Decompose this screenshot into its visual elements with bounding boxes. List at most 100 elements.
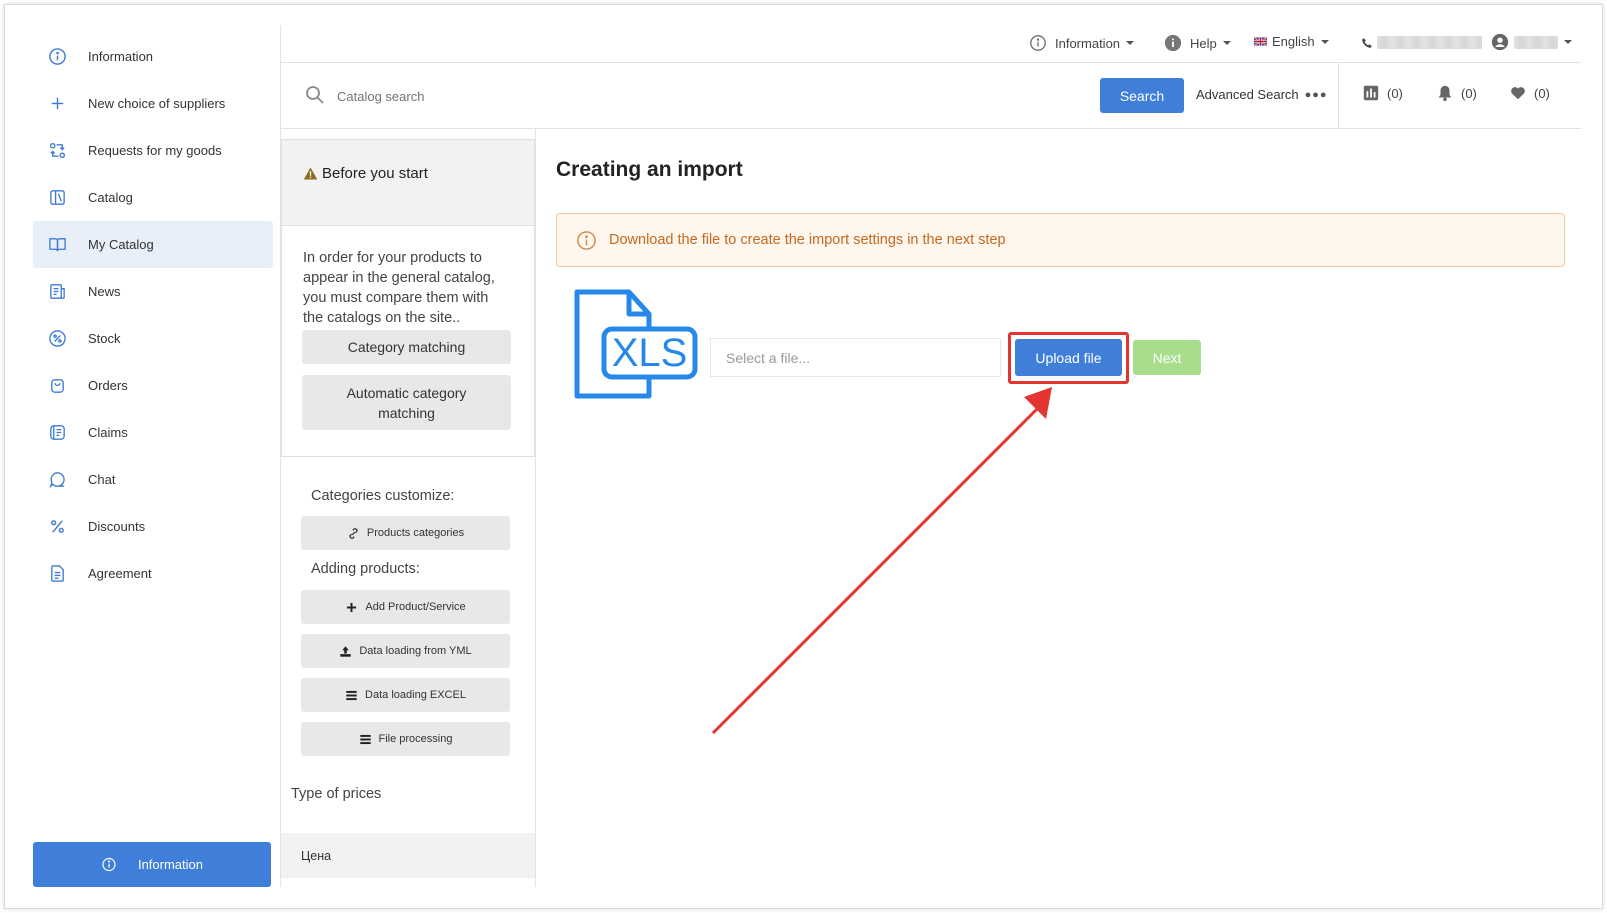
language-menu-label: English bbox=[1272, 34, 1315, 49]
username-redacted bbox=[1514, 35, 1558, 49]
page-title: Creating an import bbox=[556, 158, 743, 181]
info-circle-icon bbox=[47, 47, 67, 67]
categories-customize-label: Categories customize: bbox=[311, 488, 455, 504]
sidebar-item-chat[interactable]: Chat bbox=[33, 456, 273, 503]
sidebar: Information New choice of suppliers Requ… bbox=[33, 33, 273, 597]
favorites-counter[interactable]: (0) bbox=[1509, 84, 1550, 102]
phone-menu[interactable] bbox=[1361, 36, 1482, 49]
sidebar-item-catalog[interactable]: Catalog bbox=[33, 174, 273, 221]
next-button[interactable]: Next bbox=[1133, 340, 1201, 375]
chevron-down-icon bbox=[1222, 41, 1231, 45]
info-circle-icon bbox=[1030, 35, 1046, 51]
add-product-button[interactable]: Add Product/Service bbox=[301, 590, 510, 624]
data-loading-yml-button[interactable]: Data loading from YML bbox=[301, 634, 510, 668]
list-icon bbox=[346, 690, 357, 700]
sidebar-item-claims[interactable]: Claims bbox=[33, 409, 273, 456]
file-processing-label: File processing bbox=[378, 733, 453, 745]
catalog-instructions: In order for your products to appear in … bbox=[303, 250, 495, 326]
price-type-row[interactable]: Цена bbox=[281, 833, 535, 878]
more-dots-icon: ●●● bbox=[1304, 88, 1328, 101]
info-circle-icon bbox=[577, 230, 596, 250]
data-loading-excel-button[interactable]: Data loading EXCEL bbox=[301, 678, 510, 712]
plus-icon bbox=[47, 94, 67, 114]
information-button[interactable]: Information bbox=[33, 842, 271, 887]
sidebar-item-label: Catalog bbox=[88, 190, 133, 205]
favorites-count: (0) bbox=[1534, 85, 1550, 101]
compare-chart-icon bbox=[1363, 85, 1379, 101]
sidebar-item-label: Claims bbox=[88, 425, 128, 440]
search-divider bbox=[1338, 63, 1339, 128]
notifications-counter[interactable]: (0) bbox=[1436, 84, 1477, 102]
before-you-start-label: Before you start bbox=[322, 165, 428, 182]
warning-icon bbox=[303, 167, 318, 180]
search-button[interactable]: Search bbox=[1100, 78, 1184, 113]
sidebar-item-agreement[interactable]: Agreement bbox=[33, 550, 273, 597]
info-circle-icon bbox=[101, 855, 117, 875]
user-menu[interactable] bbox=[1491, 33, 1572, 51]
search-input[interactable] bbox=[337, 81, 1037, 111]
news-icon bbox=[47, 282, 67, 302]
document-icon bbox=[47, 564, 67, 584]
sidebar-item-requests[interactable]: Requests for my goods bbox=[33, 127, 273, 174]
sidebar-item-label: Information bbox=[88, 49, 154, 64]
language-menu[interactable]: English bbox=[1254, 34, 1329, 49]
list-icon bbox=[359, 734, 371, 744]
sidebar-item-orders[interactable]: Orders bbox=[33, 362, 273, 409]
panel-divider bbox=[535, 129, 536, 887]
advanced-search-link[interactable]: Advanced Search ●●● bbox=[1196, 87, 1328, 102]
percent-circle-icon bbox=[47, 329, 67, 349]
sidebar-item-label: My Catalog bbox=[88, 237, 154, 252]
heart-icon bbox=[1511, 87, 1525, 100]
advanced-search-label: Advanced Search bbox=[1196, 87, 1299, 102]
sidebar-item-label: News bbox=[88, 284, 121, 299]
chevron-down-icon bbox=[1126, 41, 1135, 45]
xls-file-icon: XLS bbox=[574, 289, 698, 399]
book-open-icon bbox=[47, 235, 67, 255]
info-alert-text: Download the file to create the import s… bbox=[609, 232, 1006, 248]
category-matching-box: In order for your products to appear in … bbox=[281, 226, 535, 457]
compare-count: (0) bbox=[1387, 85, 1403, 101]
products-categories-button[interactable]: Products categories bbox=[301, 516, 510, 550]
user-circle-icon bbox=[1491, 33, 1509, 51]
category-matching-button[interactable]: Category matching bbox=[302, 330, 511, 364]
data-loading-excel-label: Data loading EXCEL bbox=[365, 689, 466, 701]
percent-icon bbox=[47, 517, 67, 537]
xls-label: XLS bbox=[612, 331, 688, 375]
search-icon bbox=[306, 86, 324, 104]
notifications-count: (0) bbox=[1461, 85, 1477, 101]
type-of-prices-label: Type of prices bbox=[291, 786, 382, 802]
phone-number-redacted bbox=[1377, 36, 1482, 49]
claims-icon bbox=[47, 423, 67, 443]
sidebar-item-discounts[interactable]: Discounts bbox=[33, 503, 273, 550]
compare-counter[interactable]: (0) bbox=[1362, 84, 1403, 102]
file-processing-button[interactable]: File processing bbox=[301, 722, 510, 756]
upload-file-button[interactable]: Upload file bbox=[1015, 339, 1122, 376]
link-icon bbox=[349, 527, 358, 539]
chat-icon bbox=[47, 470, 67, 490]
products-categories-label: Products categories bbox=[366, 527, 465, 539]
sidebar-item-label: Requests for my goods bbox=[88, 143, 222, 158]
file-select-input[interactable]: Select a file... bbox=[710, 338, 1001, 377]
catalog-icon bbox=[47, 188, 67, 208]
sidebar-item-label: Discounts bbox=[88, 519, 146, 534]
sidebar-item-new-suppliers[interactable]: New choice of suppliers bbox=[33, 80, 273, 127]
sidebar-item-stock[interactable]: Stock bbox=[33, 315, 273, 362]
phone-icon bbox=[1362, 37, 1372, 48]
chevron-down-icon bbox=[1564, 40, 1572, 44]
automatic-category-matching-button[interactable]: Automatic category matching bbox=[302, 375, 511, 430]
adding-products-label: Adding products: bbox=[311, 561, 420, 577]
add-product-label: Add Product/Service bbox=[365, 601, 466, 613]
sidebar-item-news[interactable]: News bbox=[33, 268, 273, 315]
sidebar-item-information[interactable]: Information bbox=[33, 33, 273, 80]
bag-icon bbox=[47, 376, 67, 396]
info-filled-icon bbox=[1164, 34, 1182, 52]
help-menu[interactable]: Help bbox=[1164, 34, 1231, 52]
before-you-start-title: Before you start bbox=[303, 165, 428, 182]
plus-icon bbox=[347, 602, 357, 612]
information-menu[interactable]: Information bbox=[1029, 34, 1135, 52]
exchange-icon bbox=[47, 141, 67, 161]
sidebar-item-label: Stock bbox=[88, 331, 121, 346]
search-bar: Search Advanced Search ●●● (0) (0) (0) bbox=[281, 63, 1581, 129]
sidebar-item-my-catalog[interactable]: My Catalog bbox=[33, 221, 273, 268]
uk-flag-icon bbox=[1254, 37, 1267, 46]
